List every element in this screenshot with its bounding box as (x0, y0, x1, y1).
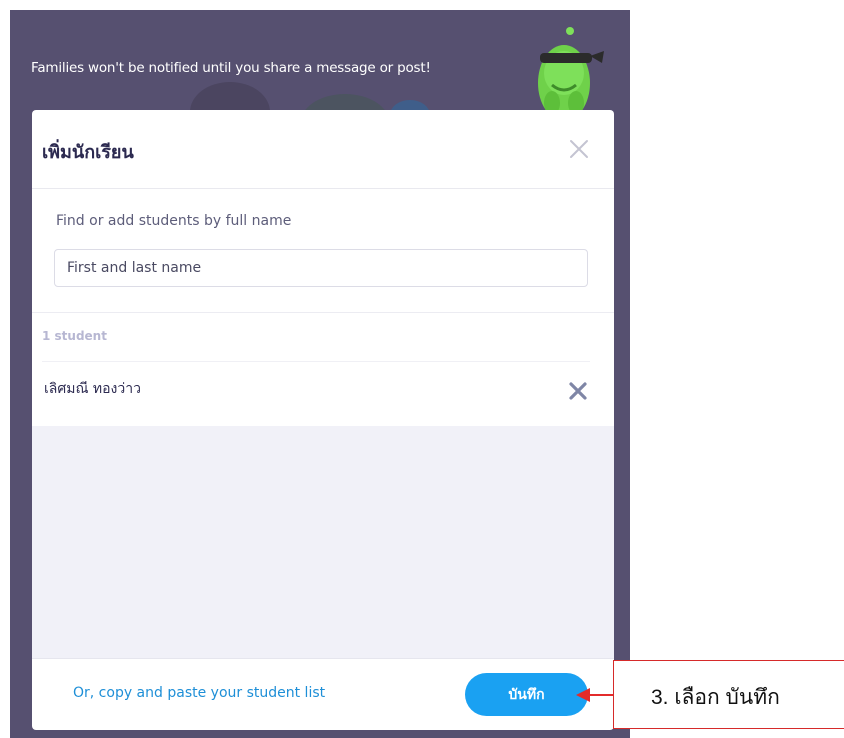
student-list: 1 student เลิศมณี ทองว่าว (32, 312, 614, 427)
remove-student-icon[interactable] (568, 381, 588, 401)
empty-list-area (32, 426, 614, 658)
modal-title: เพิ่มนักเรียน (42, 142, 134, 163)
modal-header: เพิ่มนักเรียน (32, 110, 614, 189)
list-item: เลิศมณี ทองว่าว (32, 362, 614, 426)
notification-banner: Families won't be notified until you sha… (31, 60, 431, 76)
student-name-input[interactable] (54, 249, 588, 287)
close-icon[interactable] (568, 138, 590, 160)
annotation-text: 3. เลือก บันทึก (651, 686, 780, 709)
copy-student-list-link[interactable]: Or, copy and paste your student list (73, 685, 325, 701)
student-count: 1 student (42, 329, 107, 343)
add-students-modal: เพิ่มนักเรียน Find or add students by fu… (32, 110, 614, 730)
student-name: เลิศมณี ทองว่าว (44, 381, 141, 397)
annotation-callout: 3. เลือก บันทึก (613, 660, 844, 729)
modal-footer: Or, copy and paste your student list บัน… (32, 658, 614, 730)
save-button[interactable]: บันทึก (465, 673, 588, 716)
find-students-label: Find or add students by full name (56, 213, 292, 229)
